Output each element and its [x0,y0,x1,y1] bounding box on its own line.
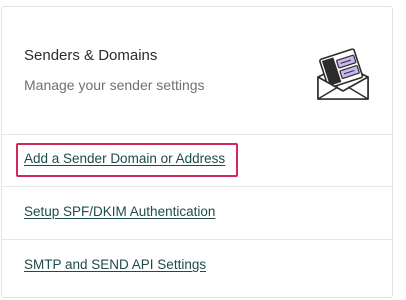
senders-domains-card: Senders & Domains Manage your sender set… [1,6,393,298]
row-smtp-settings: SMTP and SEND API Settings [2,241,392,297]
add-sender-domain-link[interactable]: Add a Sender Domain or Address [24,151,225,166]
smtp-send-api-settings-link[interactable]: SMTP and SEND API Settings [24,257,206,272]
setup-spf-dkim-link[interactable]: Setup SPF/DKIM Authentication [24,204,215,219]
row-spf-dkim: Setup SPF/DKIM Authentication [2,188,392,240]
card-header: Senders & Domains Manage your sender set… [2,7,392,135]
card-subtitle: Manage your sender settings [24,77,205,93]
card-title: Senders & Domains [24,47,158,64]
envelope-with-letter-icon [317,48,369,100]
row-add-sender: Add a Sender Domain or Address [2,135,392,187]
